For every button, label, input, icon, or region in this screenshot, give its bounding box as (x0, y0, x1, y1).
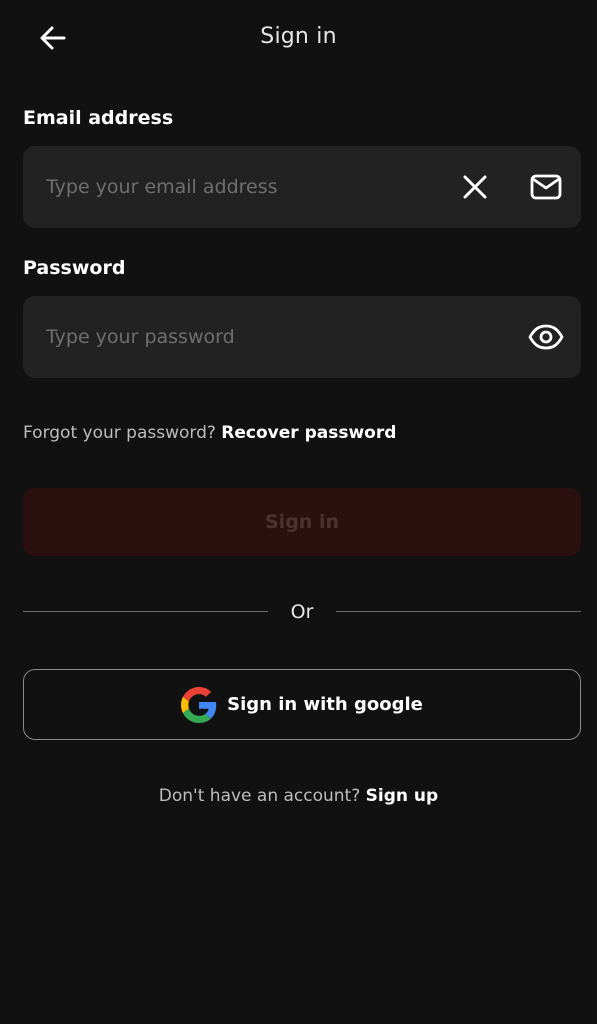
google-icon (181, 686, 217, 723)
sign-in-button[interactable]: Sign in (23, 488, 581, 556)
sign-in-screen: Sign in Email address Password Forgot yo… (0, 0, 597, 1024)
eye-icon (528, 324, 564, 350)
or-divider-label: Or (290, 601, 314, 623)
sign-up-link[interactable]: Sign up (366, 786, 439, 806)
top-bar: Sign in (0, 0, 597, 78)
password-field-container (23, 296, 581, 378)
mail-icon (530, 174, 562, 200)
email-icon-container (526, 167, 566, 207)
toggle-password-visibility-button[interactable] (526, 317, 566, 357)
close-icon (463, 175, 487, 199)
sign-up-prompt: Don't have an account? (158, 786, 361, 806)
divider-line-left (23, 611, 268, 612)
google-sign-in-label: Sign in with google (227, 694, 423, 715)
email-label: Email address (23, 107, 174, 129)
forgot-password-prompt: Forgot your password? (23, 423, 216, 443)
password-input[interactable] (23, 296, 443, 378)
recover-password-link[interactable]: Recover password (221, 423, 396, 443)
password-label: Password (23, 257, 126, 279)
forgot-password-row: Forgot your password? Recover password (23, 423, 396, 443)
page-title: Sign in (260, 24, 337, 49)
google-sign-in-button[interactable]: Sign in with google (23, 669, 581, 740)
email-field-container (23, 146, 581, 228)
email-input[interactable] (23, 146, 443, 228)
sign-up-row: Don't have an account? Sign up (0, 786, 597, 806)
clear-email-button[interactable] (455, 167, 495, 207)
divider-line-right (336, 611, 581, 612)
